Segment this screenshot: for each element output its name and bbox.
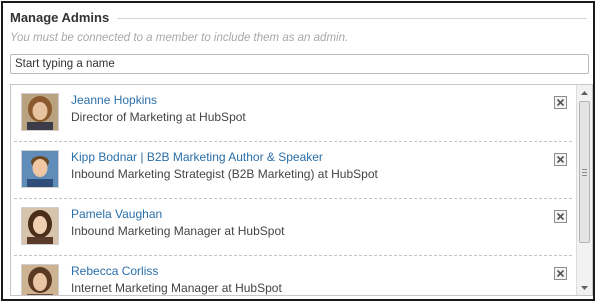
admin-list-item: Jeanne Hopkins Director of Marketing at … — [11, 85, 575, 142]
scrollbar-thumb[interactable] — [579, 101, 590, 243]
section-title: Manage Admins — [10, 9, 110, 25]
close-x-icon — [556, 212, 565, 221]
manage-admins-panel: Manage Admins You must be connected to a… — [1, 1, 595, 301]
admin-job-title: Inbound Marketing Manager at HubSpot — [71, 224, 285, 238]
close-x-icon — [556, 98, 565, 107]
remove-admin-button[interactable] — [554, 267, 567, 280]
admin-job-title: Internet Marketing Manager at HubSpot — [71, 281, 282, 295]
admin-list-item: Rebecca Corliss Internet Marketing Manag… — [11, 256, 575, 295]
helper-text: You must be connected to a member to inc… — [10, 32, 349, 44]
admin-list-item: Kipp Bodnar | B2B Marketing Author & Spe… — [11, 142, 575, 199]
scroll-down-arrow[interactable] — [577, 280, 592, 295]
admin-list-viewport: Jeanne Hopkins Director of Marketing at … — [11, 85, 575, 295]
grip-icon — [582, 169, 587, 176]
close-x-icon — [556, 269, 565, 278]
admin-name-link[interactable]: Kipp Bodnar | B2B Marketing Author & Spe… — [71, 150, 323, 164]
avatar — [21, 207, 59, 245]
vertical-scrollbar[interactable] — [576, 85, 592, 295]
admin-job-title: Inbound Marketing Strategist (B2B Market… — [71, 167, 378, 181]
admin-list-item: Pamela Vaughan Inbound Marketing Manager… — [11, 199, 575, 256]
triangle-up-icon — [581, 90, 588, 95]
avatar — [21, 264, 59, 295]
avatar — [21, 150, 59, 188]
section-header: Manage Admins — [10, 8, 587, 26]
admin-job-title: Director of Marketing at HubSpot — [71, 110, 246, 124]
remove-admin-button[interactable] — [554, 96, 567, 109]
admin-name-link[interactable]: Rebecca Corliss — [71, 264, 158, 278]
admin-name-link[interactable]: Pamela Vaughan — [71, 207, 162, 221]
admin-list: Jeanne Hopkins Director of Marketing at … — [10, 84, 593, 296]
remove-admin-button[interactable] — [554, 210, 567, 223]
admin-search-input[interactable] — [10, 54, 589, 74]
section-divider — [117, 17, 587, 19]
close-x-icon — [556, 155, 565, 164]
avatar — [21, 93, 59, 131]
triangle-down-icon — [581, 285, 588, 290]
scroll-up-arrow[interactable] — [577, 85, 592, 100]
remove-admin-button[interactable] — [554, 153, 567, 166]
admin-name-link[interactable]: Jeanne Hopkins — [71, 93, 157, 107]
